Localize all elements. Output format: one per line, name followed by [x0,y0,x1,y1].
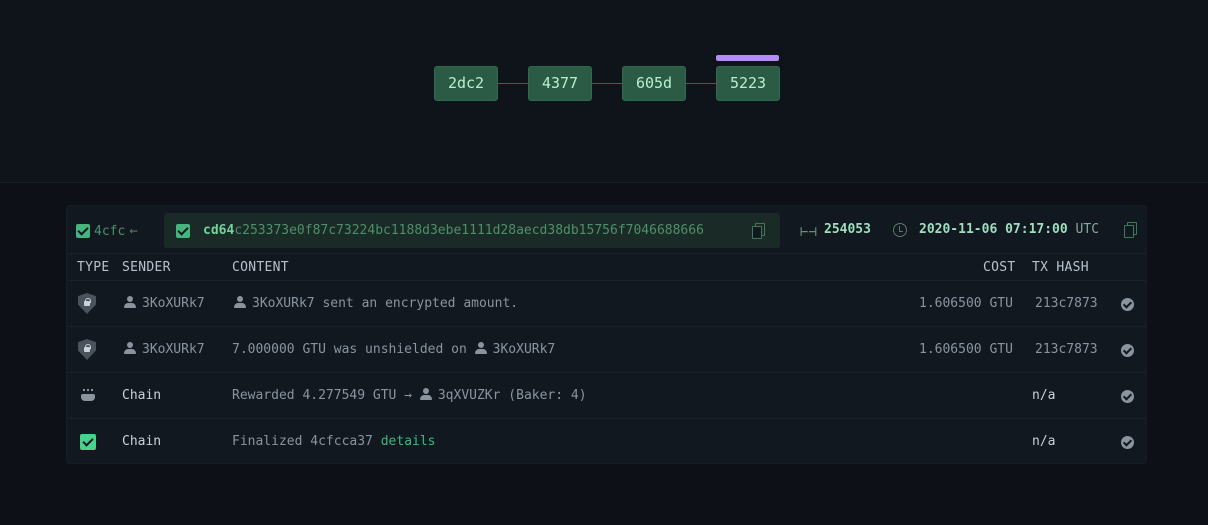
parent-block-link[interactable]: 4cfc ← [76,223,138,239]
table-row[interactable]: Chain Rewarded 4.277549 GTU → 3qXVUZKr (… [67,372,1146,418]
sender: Chain [122,434,162,449]
chain-visualization-area: 2dc2 4377 605d 5223 [0,0,1208,183]
parent-block-label: 4cfc [94,223,126,239]
tx-hash: n/a [1032,434,1056,449]
person-icon [474,342,487,354]
block-height: 254053 [824,222,871,237]
finalized-check-icon [76,224,90,238]
finalized-check-icon [176,223,190,238]
block-chain: 2dc2 4377 605d 5223 [0,0,1208,183]
block-hash-prefix: cd64 [203,223,235,238]
details-link[interactable]: details [381,434,436,449]
table-row[interactable]: Chain Finalized 4cfcca37 details n/a [67,418,1146,464]
sender-name: 3KoXURk7 [142,296,205,311]
status-success-icon [1121,344,1134,357]
sender[interactable]: 3KoXURk7 [124,342,205,357]
chain-block-4[interactable]: 5223 [716,66,780,101]
block-hash-rest: c253373e0f87c73224bc1188d3ebe1111d28aecd… [234,223,704,238]
column-header-tx-hash: TX HASH [1032,260,1089,275]
content-text: sent an encrypted amount. [314,296,519,311]
table-row[interactable]: 3KoXURk7 3KoXURk7 sent an encrypted amou… [67,280,1146,326]
content-account[interactable]: 3KoXURk7 [493,342,556,357]
selected-block-marker [716,55,779,61]
chain-block-3[interactable]: 605d [622,66,686,101]
cost: 1.606500 GTU [919,296,1013,311]
block-height-icon: ⊢⊣ [800,224,817,240]
person-icon [124,342,136,354]
shield-lock-icon [78,293,96,314]
content: 7.000000 GTU was unshielded on 3KoXURk7 [232,342,555,357]
block-details-panel: 4cfc ← cd64c253373e0f87c73224bc1188d3ebe… [66,205,1147,464]
content: Finalized 4cfcca37 details [232,434,436,449]
person-icon [124,296,136,308]
block-hash-box: cd64c253373e0f87c73224bc1188d3ebe1111d28… [164,213,780,248]
column-header-sender: SENDER [122,260,171,275]
copy-icon[interactable] [752,223,765,239]
sender-name: 3KoXURk7 [142,342,205,357]
tx-hash[interactable]: 213c7873 [1035,342,1098,357]
timestamp-value: 2020-11-06 07:17:00 [919,222,1068,237]
chain-block-1[interactable]: 2dc2 [434,66,498,101]
content-account[interactable]: 3KoXURk7 [252,296,315,311]
person-icon [234,296,246,308]
column-header-cost: COST [983,260,1016,275]
content-account[interactable]: 3qXVUZKr [438,388,501,403]
chain-link [497,83,528,84]
cost: 1.606500 GTU [919,342,1013,357]
block-header: 4cfc ← cd64c253373e0f87c73224bc1188d3ebe… [67,206,1146,254]
status-success-icon [1121,436,1134,449]
table-row[interactable]: 3KoXURk7 7.000000 GTU was unshielded on … [67,326,1146,372]
sender: Chain [122,388,162,403]
block-hash: cd64c253373e0f87c73224bc1188d3ebe1111d28… [203,223,704,238]
status-success-icon [1121,298,1134,311]
baker-icon [81,389,95,401]
person-icon [419,388,432,400]
content: Rewarded 4.277549 GTU → 3qXVUZKr (Baker:… [232,388,587,403]
column-header-type: TYPE [77,260,110,275]
chain-block-2[interactable]: 4377 [528,66,592,101]
block-timestamp: 2020-11-06 07:17:00 UTC [919,222,1099,237]
column-header-content: CONTENT [232,260,289,275]
content-text: 7.000000 GTU was unshielded on [232,342,475,357]
timezone: UTC [1075,222,1100,237]
shield-lock-icon [78,339,96,360]
content-text: Rewarded 4.277549 GTU → [232,388,420,403]
chain-link [591,83,622,84]
content: 3KoXURk7 sent an encrypted amount. [234,296,518,311]
content-text: Finalized 4cfcca37 [232,434,381,449]
tx-hash[interactable]: 213c7873 [1035,296,1098,311]
clock-icon [893,223,907,237]
tx-hash: n/a [1032,388,1056,403]
content-suffix: (Baker: 4) [500,388,587,403]
sender[interactable]: 3KoXURk7 [124,296,205,311]
status-success-icon [1121,390,1134,403]
finalized-check-icon [80,434,96,450]
chain-link [685,83,716,84]
copy-timestamp-icon[interactable] [1124,222,1137,238]
arrow-left-icon: ← [129,223,138,239]
